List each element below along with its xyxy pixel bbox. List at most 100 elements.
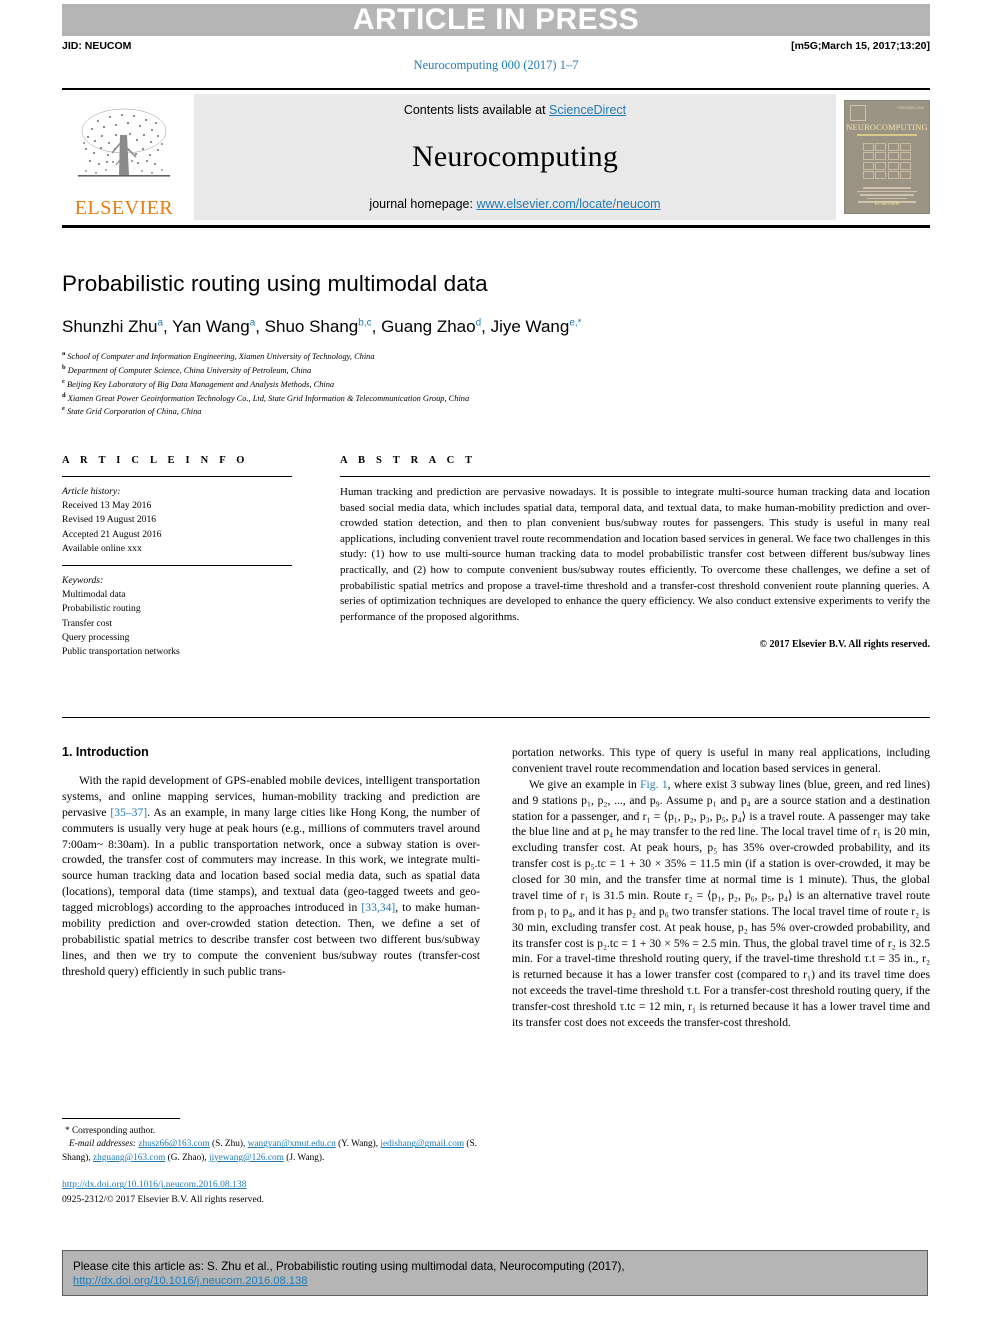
journal-cover-thumbnail: ISSN 0925-2312 NEUROCOMPUTING ELSEVIER	[844, 100, 930, 214]
copyright-line: © 2017 Elsevier B.V. All rights reserved…	[759, 639, 930, 651]
email-owner-zhao: (G. Zhao),	[167, 1152, 207, 1163]
affiliation-text: Beijing Key Laboratory of Big Data Manag…	[66, 379, 335, 389]
keywords-rule	[62, 564, 292, 566]
history-item: Accepted 21 August 2016	[62, 528, 162, 540]
affiliation-mark: e	[62, 405, 65, 413]
abstract-heading: A B S T R A C T	[340, 455, 477, 466]
article-info-column: A R T I C L E I N F O Article history: R…	[62, 455, 292, 668]
email-label: E-mail addresses:	[68, 1139, 137, 1150]
author-affiliation-mark: d	[475, 317, 482, 329]
masthead-top-rule	[62, 88, 930, 90]
page-title: Probabilistic routing using multimodal d…	[62, 271, 488, 296]
sciencedirect-link[interactable]: ScienceDirect	[549, 103, 626, 117]
email-link-zhao[interactable]: zhguang@163.com	[93, 1153, 165, 1163]
intro-text-part-b: . As an example, in many large cities li…	[62, 805, 481, 914]
section-heading-introduction: 1. Introduction	[62, 745, 149, 759]
body-two-column-region: 1. Introduction With the rapid developme…	[62, 745, 930, 1031]
author-entry: Yan Wanga	[172, 317, 255, 336]
email-owner-wang-jiye: (J. Wang).	[286, 1152, 325, 1163]
keyword-item: Probabilistic routing	[62, 603, 141, 615]
contents-prefix: Contents lists available at	[403, 103, 550, 117]
author-name: Guang Zhao	[381, 316, 476, 336]
history-item: Revised 19 August 2016	[62, 514, 157, 526]
contents-available-line: Contents lists available at ScienceDirec…	[404, 103, 626, 117]
header-meta-row: JID: NEUCOM [m5G;March 15, 2017;13:20]	[62, 40, 930, 52]
corresponding-author-note: * Corresponding author.	[65, 1126, 156, 1136]
author-list: Shunzhi Zhua, Yan Wanga, Shuo Shangb,c, …	[62, 316, 582, 336]
citation-link-33-34[interactable]: [33,34]	[361, 901, 395, 914]
affiliation-line: a School of Computer and Information Eng…	[62, 349, 930, 363]
elsevier-tree-icon	[78, 108, 170, 177]
journal-id-label: JID: NEUCOM	[62, 40, 132, 52]
please-cite-text: Please cite this article as: S. Zhu et a…	[73, 1260, 625, 1273]
author-affiliation-mark: e,*	[569, 317, 582, 329]
intro-paragraph-left: With the rapid development of GPS-enable…	[62, 773, 480, 979]
email-link-wang-yan[interactable]: wangyan@xmut.edu.cn	[248, 1139, 336, 1149]
email-owner-zhu: (S. Zhu),	[212, 1139, 246, 1150]
masthead-center-panel: Contents lists available at ScienceDirec…	[194, 94, 836, 220]
abstract-rule	[340, 476, 930, 477]
author-name: Jiye Wang	[490, 316, 570, 336]
affiliation-text: Xiamen Great Power Geoinformation Techno…	[67, 393, 470, 403]
author-entry: Shunzhi Zhua	[62, 317, 163, 336]
email-link-zhu[interactable]: zhusz66@163.com	[138, 1139, 209, 1149]
journal-title: Neurocomputing	[411, 140, 619, 173]
keyword-item: Multimodal data	[62, 589, 126, 601]
keywords-label: Keywords:	[62, 574, 104, 586]
affiliation-mark: d	[62, 391, 66, 399]
example-text-part-a: We give an example in	[529, 777, 641, 791]
article-info-rule	[62, 476, 292, 477]
abstract-text: Human tracking and prediction are pervas…	[340, 486, 930, 623]
keyword-item: Query processing	[62, 631, 130, 643]
affiliation-text: State Grid Corporation of China, China	[66, 407, 202, 417]
article-in-press-banner: ARTICLE IN PRESS	[62, 4, 930, 36]
production-stamp-label: [m5G;March 15, 2017;13:20]	[791, 40, 930, 52]
author-entry: Guang Zhaod	[381, 317, 481, 336]
body-column-gap	[480, 745, 512, 1031]
affiliation-text: School of Computer and Information Engin…	[67, 351, 375, 361]
cover-publisher-label: ELSEVIER	[874, 201, 900, 207]
citation-link-35-37[interactable]: [35–37]	[110, 806, 147, 819]
footnote-block: * Corresponding author. E-mail addresses…	[62, 1118, 480, 1207]
intro-paragraph-example: We give an example in Fig. 1, where exis…	[512, 777, 930, 1031]
history-item: Available online xxx	[62, 542, 142, 554]
elsevier-wordmark: ELSEVIER	[74, 197, 174, 219]
body-separator-rule	[62, 717, 930, 718]
doi-and-issn-block: http://dx.doi.org/10.1016/j.neucom.2016.…	[62, 1178, 480, 1207]
author-affiliation-mark: b,c	[358, 317, 372, 329]
email-link-shang[interactable]: jedishang@gmail.com	[380, 1139, 464, 1149]
journal-volume-reference: Neurocomputing 000 (2017) 1–7	[413, 58, 579, 72]
author-name: Shunzhi Zhu	[62, 316, 158, 336]
affiliation-line: e State Grid Corporation of China, China	[62, 404, 930, 418]
keywords-group: Keywords: Multimodal data Probabilistic …	[62, 574, 292, 659]
affiliation-line: c Beijing Key Laboratory of Big Data Man…	[62, 377, 930, 391]
author-name: Shuo Shang	[264, 316, 359, 336]
affiliation-text: Department of Computer Science, China Un…	[67, 365, 312, 375]
body-right-column: portation networks. This type of query i…	[512, 745, 930, 1031]
journal-masthead: ELSEVIER Contents lists available at Sci…	[62, 88, 930, 228]
paper-page: ARTICLE IN PRESS JID: NEUCOM [m5G;March …	[0, 0, 992, 1323]
article-doi-link[interactable]: http://dx.doi.org/10.1016/j.neucom.2016.…	[62, 1179, 247, 1190]
cover-grid-graphic	[863, 143, 911, 179]
keyword-item: Transfer cost	[62, 617, 113, 629]
abstract-column: A B S T R A C T Human tracking and predi…	[340, 455, 930, 668]
journal-homepage-line: journal homepage: www.elsevier.com/locat…	[369, 197, 660, 211]
cover-divider	[857, 134, 917, 136]
history-item: Received 13 May 2016	[62, 500, 152, 512]
figure-reference-link[interactable]: Fig. 1	[640, 778, 668, 791]
cover-issn-label: ISSN 0925-2312	[897, 106, 924, 110]
elsevier-logo: ELSEVIER	[62, 94, 186, 220]
affiliation-line: b Department of Computer Science, China …	[62, 363, 930, 377]
author-affiliation-mark: a	[249, 317, 256, 329]
info-abstract-region: A R T I C L E I N F O Article history: R…	[62, 455, 930, 668]
author-entry: Jiye Wange,*	[491, 317, 582, 336]
email-link-wang-jiye[interactable]: jiyewang@126.com	[209, 1153, 284, 1163]
email-owner-wang-yan: (Y. Wang),	[338, 1139, 379, 1150]
body-left-column: 1. Introduction With the rapid developme…	[62, 745, 480, 1031]
please-cite-doi-link[interactable]: http://dx.doi.org/10.1016/j.neucom.2016.…	[73, 1275, 308, 1287]
journal-homepage-link[interactable]: www.elsevier.com/locate/neucom	[476, 197, 660, 211]
email-addresses-line: E-mail addresses: zhusz66@163.com (S. Zh…	[62, 1138, 480, 1165]
issn-copyright-line: 0925-2312/© 2017 Elsevier B.V. All right…	[62, 1193, 264, 1205]
cover-journal-title: NEUROCOMPUTING	[846, 123, 928, 132]
affiliation-line: d Xiamen Great Power Geoinformation Tech…	[62, 391, 930, 405]
